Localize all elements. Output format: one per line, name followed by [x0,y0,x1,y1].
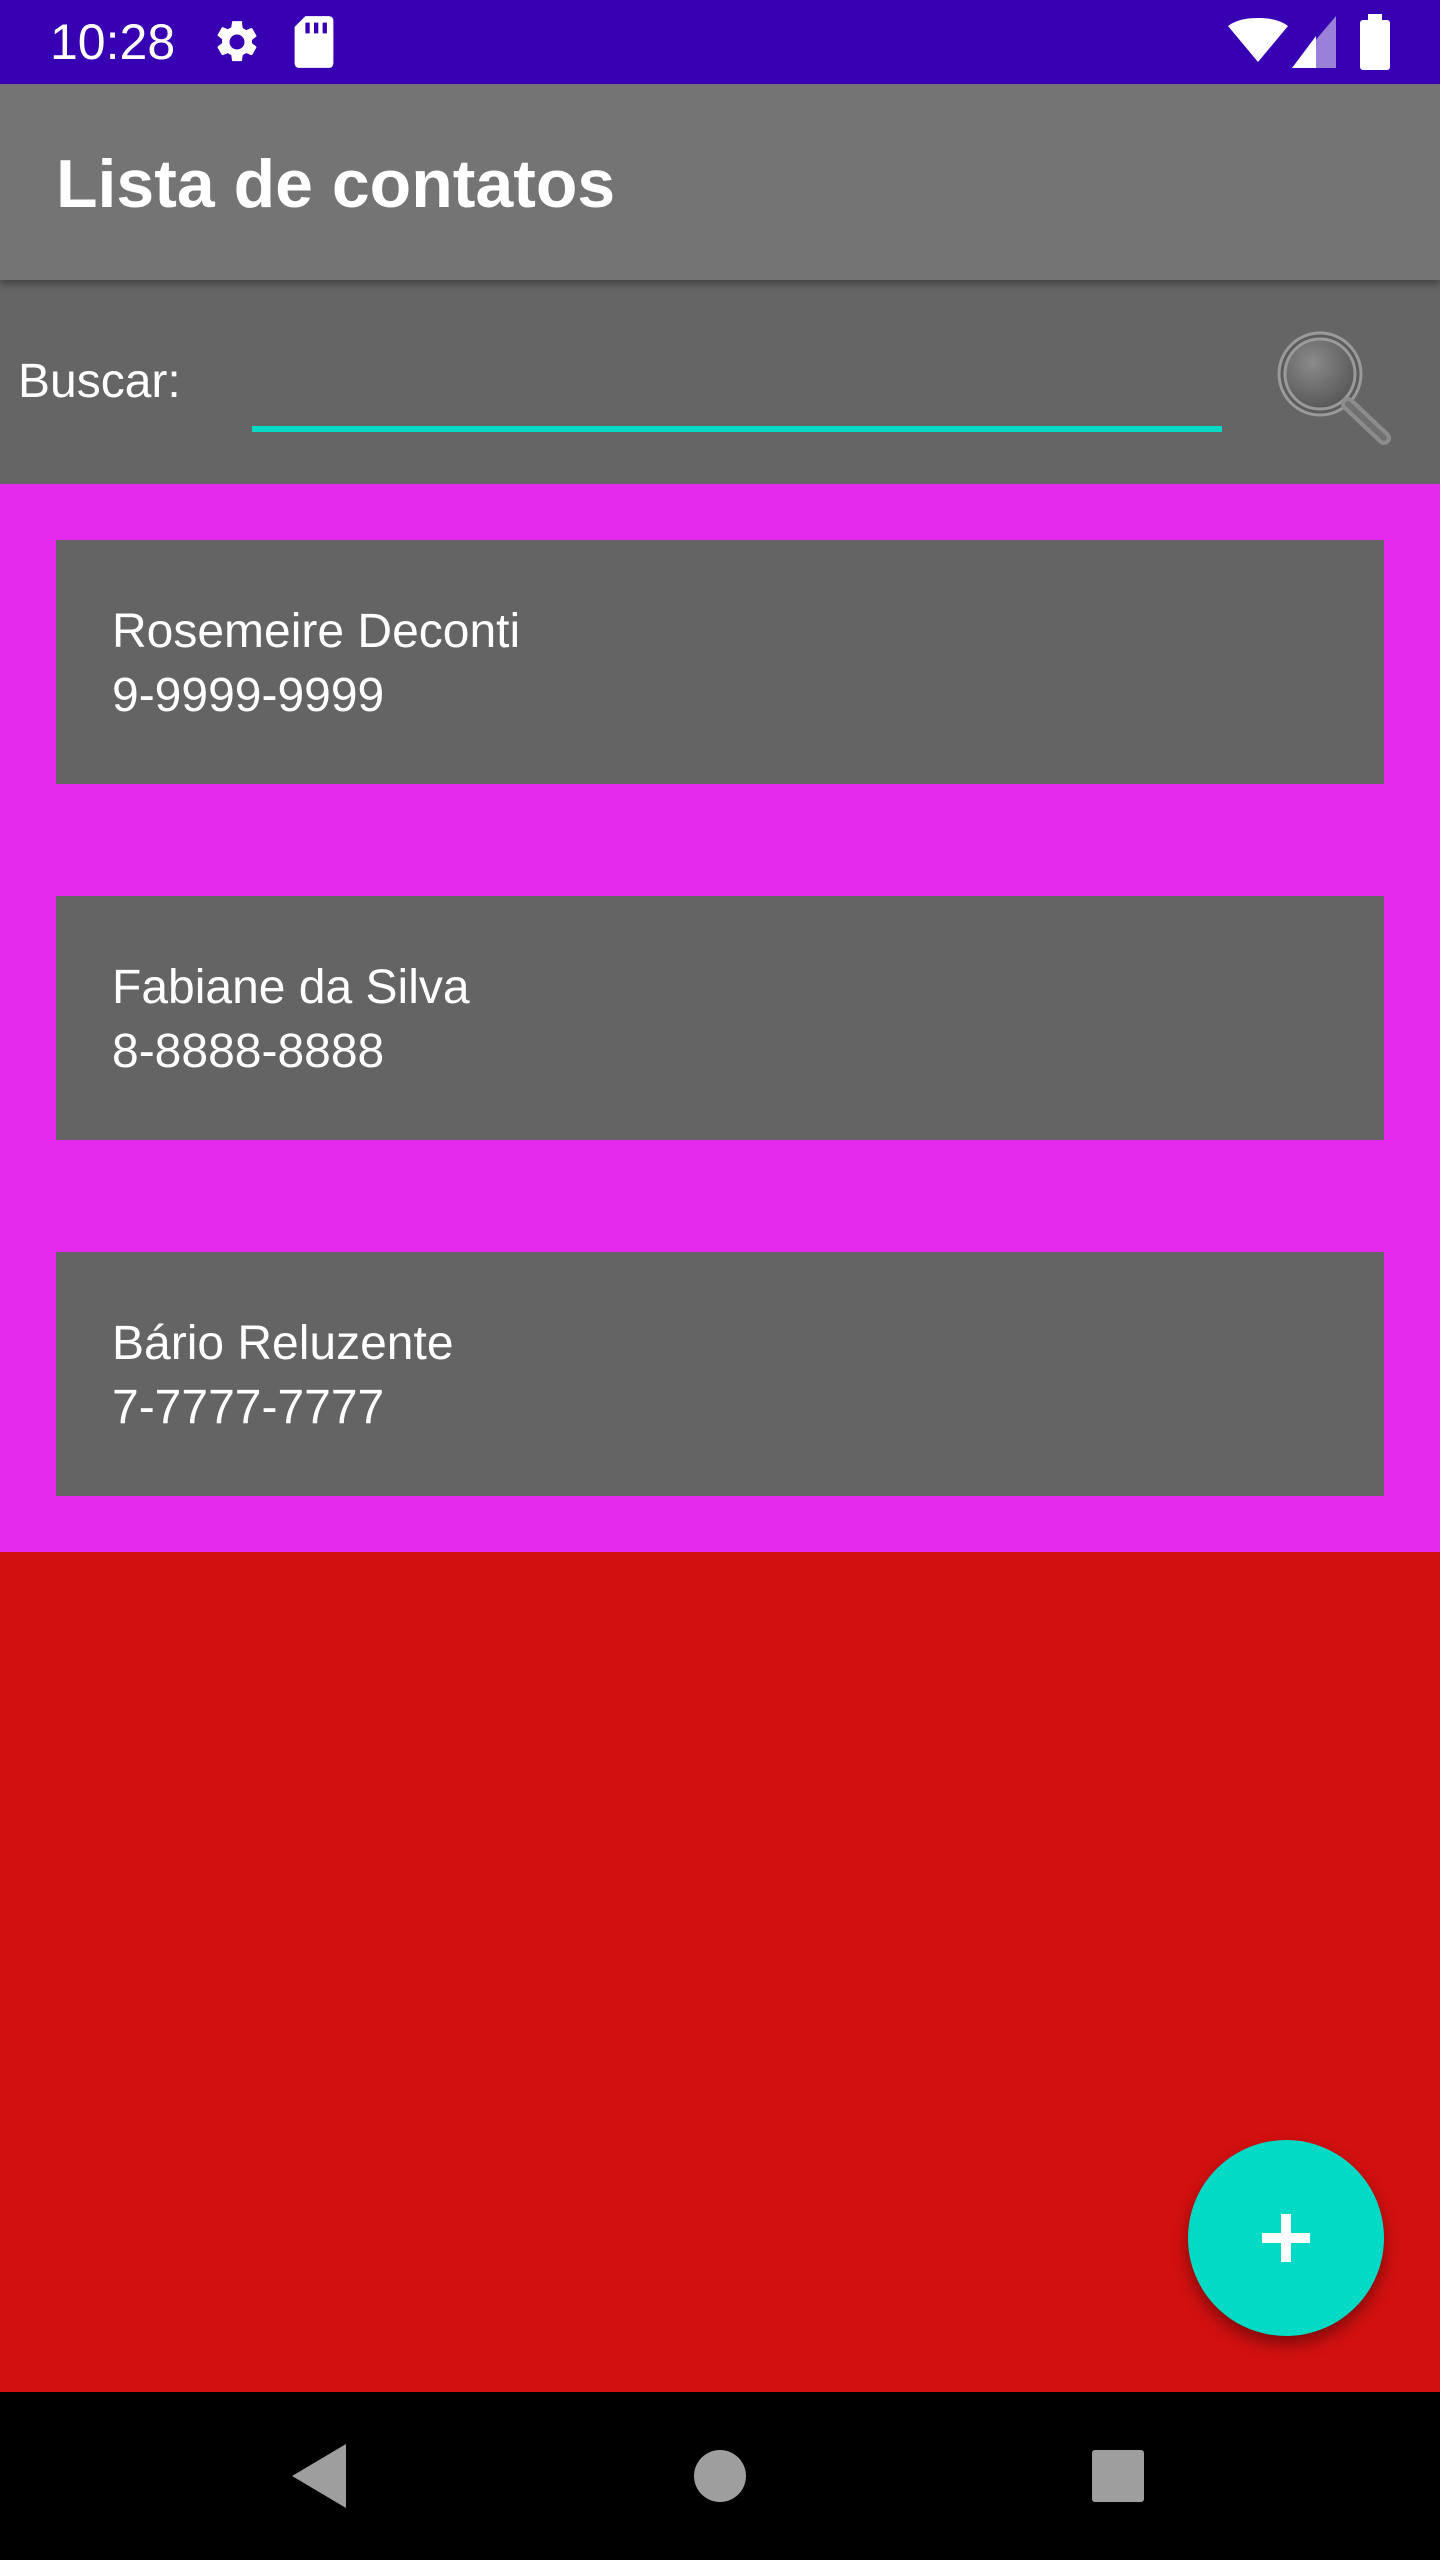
contact-name: Rosemeire Deconti [112,605,521,658]
settings-icon [212,14,262,75]
contact-item[interactable]: Bário Reluzente 7-7777-7777 [56,1252,1384,1496]
navigation-bar [0,2392,1440,2560]
wifi-icon [1228,14,1288,75]
contact-item[interactable]: Fabiane da Silva 8-8888-8888 [56,896,1384,1140]
contact-phone: 7-7777-7777 [112,1381,385,1434]
signal-icon [1292,14,1336,75]
search-icon [1277,331,1391,445]
status-bar: 10:28 [0,0,1440,84]
recents-icon [1092,2450,1144,2502]
contact-name: Bário Reluzente [112,1317,454,1370]
battery-icon [1360,14,1390,75]
search-label: Buscar: [18,355,181,408]
contact-item[interactable]: Rosemeire Deconti 9-9999-9999 [56,540,1384,784]
sd-card-icon [292,14,336,75]
contact-name: Fabiane da Silva [112,961,470,1014]
app-bar: Lista de contatos [0,84,1440,280]
search-button[interactable] [1260,316,1400,456]
status-time: 10:28 [50,14,176,70]
app-title: Lista de contatos [56,146,616,222]
contact-list: Rosemeire Deconti 9-9999-9999 Fabiane da… [0,484,1440,1552]
contact-phone: 9-9999-9999 [112,669,385,722]
home-button[interactable] [680,2436,760,2516]
plus-icon [1262,2214,1310,2262]
recents-button[interactable] [1078,2436,1158,2516]
search-bar: Buscar: [0,280,1440,484]
back-icon [292,2444,346,2508]
home-icon [694,2450,746,2502]
contact-phone: 8-8888-8888 [112,1025,385,1078]
add-contact-button[interactable] [1188,2140,1384,2336]
search-input[interactable] [252,340,1222,432]
back-button[interactable] [280,2436,360,2516]
